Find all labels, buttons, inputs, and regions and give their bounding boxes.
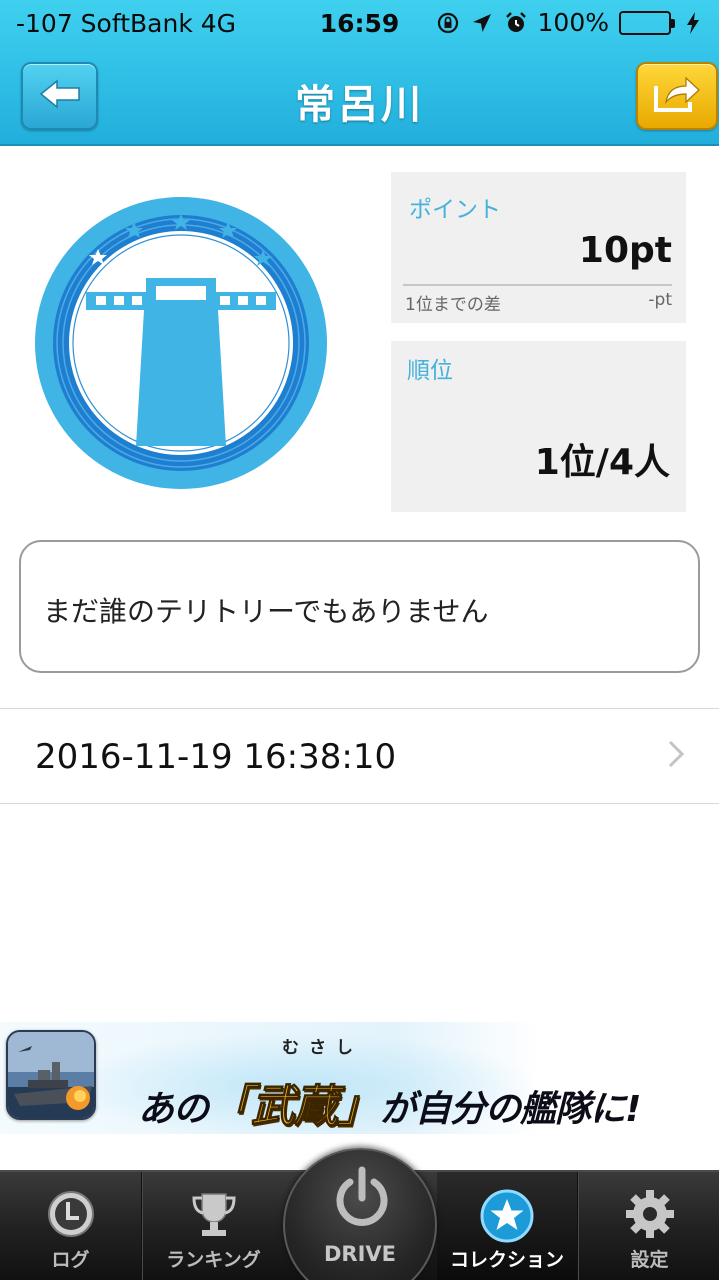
diff-to-first-label: 1位までの差	[405, 295, 501, 315]
star-circle-icon	[479, 1188, 535, 1248]
points-value: 10pt	[578, 230, 672, 271]
battery-icon	[619, 10, 675, 35]
points-label: ポイント	[409, 197, 501, 223]
tab-collection[interactable]: コレクション	[437, 1172, 577, 1280]
alarm-icon	[504, 11, 528, 35]
ad-text-before: あの	[138, 1089, 209, 1130]
history-timestamp: 2016-11-19 16:38:10	[35, 737, 397, 777]
rank-label: 順位	[407, 358, 453, 384]
charging-bolt-icon	[681, 11, 705, 35]
territory-status-box: まだ誰のテリトリーでもありません	[19, 540, 700, 673]
river-badge	[34, 196, 328, 490]
share-button[interactable]	[636, 62, 718, 130]
location-arrow-icon	[470, 11, 494, 35]
page-title: 常呂川	[295, 82, 424, 128]
tab-separator	[577, 1172, 579, 1280]
list-divider	[0, 803, 719, 804]
tab-label: ランキング	[166, 1249, 261, 1271]
rotation-lock-icon	[436, 11, 460, 35]
history-row[interactable]: 2016-11-19 16:38:10	[0, 709, 719, 804]
tab-ranking[interactable]: ランキング	[143, 1172, 284, 1280]
drive-button[interactable]: DRIVE	[283, 1148, 437, 1280]
share-arrow-icon	[652, 74, 702, 118]
tab-label: ログ	[51, 1249, 90, 1271]
gear-icon	[624, 1188, 676, 1244]
tab-label: 設定	[630, 1249, 669, 1271]
battleship-app-icon	[6, 1030, 96, 1120]
ad-text-after: が自分の艦隊に!	[380, 1089, 641, 1130]
diff-to-first-value: -pt	[648, 290, 672, 310]
rank-card: 順位 1位/4人	[391, 341, 686, 512]
tab-log[interactable]: ログ	[0, 1172, 141, 1280]
clock-icon	[45, 1188, 97, 1244]
drive-label: DRIVE	[323, 1242, 396, 1266]
points-divider	[403, 284, 672, 286]
territory-message: まだ誰のテリトリーでもありません	[43, 595, 489, 628]
status-bar: -107 SoftBank 4G 16:59 100%	[0, 0, 719, 50]
app-header: -107 SoftBank 4G 16:59 100% 常呂川	[0, 0, 719, 146]
tab-label: コレクション	[449, 1249, 564, 1271]
trophy-icon	[188, 1188, 240, 1244]
rank-value: 1位/4人	[534, 442, 670, 483]
battery-percent: 100%	[537, 8, 609, 37]
ad-headline: あの「武蔵」が自分の艦隊に!	[138, 1070, 641, 1134]
tab-settings[interactable]: 設定	[580, 1172, 719, 1280]
ad-highlight: 「武蔵」	[208, 1081, 382, 1133]
power-icon	[332, 1166, 392, 1236]
points-card: ポイント 10pt 1位までの差 -pt	[391, 172, 686, 323]
status-icons: 100%	[436, 8, 705, 37]
ad-ruby-text: むさし	[282, 1038, 363, 1058]
ad-banner[interactable]: むさし あの「武蔵」が自分の艦隊に!	[0, 1022, 719, 1134]
chevron-right-icon	[667, 739, 685, 773]
